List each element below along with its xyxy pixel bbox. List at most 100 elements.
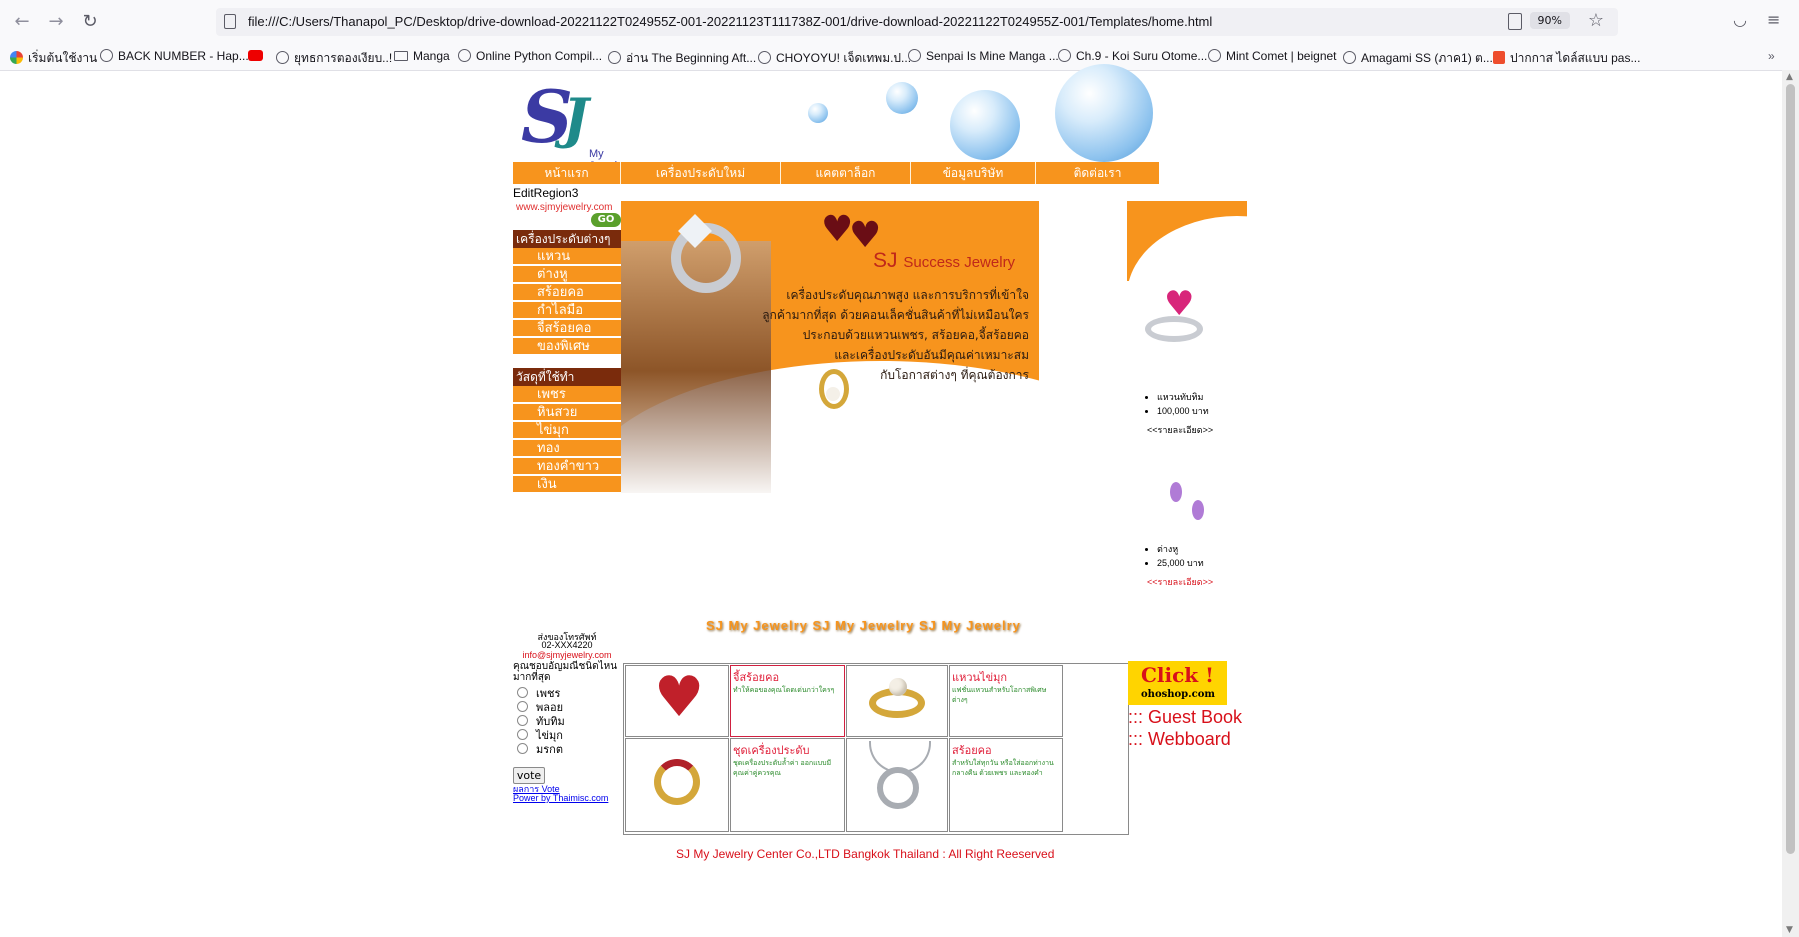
click-text: Click ! [1141, 663, 1214, 687]
radio-button[interactable] [517, 701, 528, 712]
product-name: แหวนทับทิม [1157, 390, 1209, 404]
bookmark-item[interactable]: อ่าน The Beginning Aft... [608, 49, 756, 68]
scroll-down-icon[interactable]: ▼ [1786, 925, 1793, 935]
scrollbar[interactable]: ▲ ▼ [1782, 70, 1799, 937]
reload-icon[interactable]: ↻ [78, 11, 102, 33]
footer-copyright: SJ My Jewelry Center Co.,LTD Bangkok Tha… [676, 847, 1055, 861]
scroll-up-icon[interactable]: ▲ [1786, 72, 1793, 82]
more-bookmarks-icon[interactable]: » [1768, 49, 1775, 63]
radio-button[interactable] [517, 715, 528, 726]
bookmark-item[interactable]: Ch.9 - Koi Suru Otome... [1058, 49, 1207, 63]
menu-item-gemstone[interactable]: หินสวย [513, 404, 621, 422]
menu-item-pendant[interactable]: จี้สร้อยคอ [513, 320, 621, 338]
right-panel-header [1127, 201, 1347, 376]
nav-contact[interactable]: ติดต่อเรา [1036, 162, 1159, 184]
forward-icon[interactable]: → [44, 11, 68, 33]
shopee-icon [1493, 51, 1505, 64]
globe-icon [1208, 49, 1221, 62]
scrollbar-thumb[interactable] [1786, 84, 1795, 854]
menu-item-earring[interactable]: ต่างหู [513, 266, 621, 284]
go-button[interactable]: GO [591, 213, 621, 227]
bookmark-item[interactable]: Amagami SS (ภาค1) ต... [1343, 49, 1493, 68]
menu-item-bracelet[interactable]: กำไลมือ [513, 302, 621, 320]
bookmark-folder[interactable]: Manga [394, 49, 450, 63]
pocket-icon[interactable]: ◡ [1733, 10, 1747, 29]
menu-heading-jewelry: เครื่องประดับต่างๆ [513, 230, 621, 248]
decorative-bubble [950, 90, 1020, 160]
bookmark-item[interactable]: Online Python Compil... [458, 49, 602, 63]
reader-view-icon[interactable] [1508, 13, 1522, 30]
url-text[interactable]: file:///C:/Users/Thanapol_PC/Desktop/dri… [248, 14, 1212, 29]
menu-item-gold[interactable]: ทอง [513, 440, 621, 458]
menu-spacer [513, 356, 621, 368]
contact-email[interactable]: info@sjmyjewelry.com [513, 650, 621, 660]
powered-by-link[interactable]: Power by Thaimisc.com [513, 793, 608, 803]
zoom-level[interactable]: 90% [1529, 12, 1570, 29]
product-price: 100,000 บาท [1157, 404, 1209, 418]
back-icon[interactable]: ← [10, 11, 34, 33]
nav-company-info[interactable]: ข้อมูลบริษัท [911, 162, 1036, 184]
grid-image-cell[interactable] [625, 738, 729, 832]
grid-image-cell[interactable]: ♥ [625, 665, 729, 737]
site-logo[interactable]: S J My Jewelry [513, 74, 643, 172]
globe-icon [276, 51, 289, 64]
menu-item-special[interactable]: ของพิเศษ [513, 338, 621, 356]
bookmark-item[interactable]: Mint Comet | beignet [1208, 49, 1337, 63]
grid-title: แหวนไข่มุก [952, 672, 1007, 684]
nav-home[interactable]: หน้าแรก [513, 162, 621, 184]
bookmark-star-icon[interactable]: ☆ [1588, 10, 1604, 31]
menu-item-diamond[interactable]: เพชร [513, 386, 621, 404]
google-icon [10, 51, 23, 64]
banner-text-line: ลูกค้ามากที่สุด ด้วยคอนเล็คชั่นสินค้าที่… [762, 308, 1029, 322]
grid-image-cell[interactable] [846, 665, 948, 737]
earring-image [1192, 500, 1204, 520]
grid-text-cell[interactable]: สร้อยคอ สำหรับใส่ทุกวัน หรือใส่ออกท่างาน… [949, 738, 1063, 832]
jewelry-set-image [654, 759, 700, 805]
bookmark-item[interactable]: CHOYOYU! เจ็ดเทพม.ป... [758, 49, 911, 68]
bookmark-item[interactable] [248, 49, 263, 63]
menu-item-platinum[interactable]: ทองคำขาว [513, 458, 621, 476]
necklace-chain [869, 741, 931, 773]
bookmarks-bar: เริ่มต้นใช้งาน BACK NUMBER - Hap... ยุทธ… [0, 44, 1799, 71]
nav-catalog[interactable]: แคตตาล็อก [781, 162, 911, 184]
menu-item-ring[interactable]: แหวน [513, 248, 621, 266]
radio-button[interactable] [517, 729, 528, 740]
hero-banner: ♥ ♥ SJ Success Jewelry เครื่องประดับคุณภ… [621, 201, 1039, 493]
poll-question: คุณชอบอัญมณีชนิดไหนมากที่สุด [513, 661, 618, 683]
decorative-bubble [886, 82, 918, 114]
web-page: S J My Jewelry หน้าแรก เครื่องประดับใหม่… [0, 64, 1782, 937]
radio-button[interactable] [517, 687, 528, 698]
webboard-link[interactable]: ::: Webboard [1128, 729, 1231, 750]
menu-item-necklace[interactable]: สร้อยคอ [513, 284, 621, 302]
grid-text-cell[interactable]: แหวนไข่มุก แฟชั่นแหวนสำหรับโอกาสพิเศษต่า… [949, 665, 1063, 737]
banner-text-line: เครื่องประดับคุณภาพสูง และการบริการที่เข… [786, 288, 1029, 302]
bookmark-item[interactable]: BACK NUMBER - Hap... [100, 49, 249, 63]
product-detail-link[interactable]: <<รายละเอียด>> [1147, 575, 1213, 589]
bookmark-item[interactable]: เริ่มต้นใช้งาน [10, 49, 97, 68]
ohoshop-banner[interactable]: Click ! ohoshop.com [1128, 661, 1227, 705]
grid-title: สร้อยคอ [952, 745, 992, 757]
grid-text-cell[interactable]: ชุดเครื่องประดับ ชุดเครื่องประดับล้ำค่า … [730, 738, 845, 832]
guestbook-link[interactable]: ::: Guest Book [1128, 707, 1242, 728]
radio-button[interactable] [517, 743, 528, 754]
grid-desc: แฟชั่นแหวนสำหรับโอกาสพิเศษต่างๆ [952, 687, 1047, 704]
product-info: แหวนทับทิม 100,000 บาท [1143, 390, 1209, 418]
earring-image [1170, 482, 1182, 502]
grid-image-cell[interactable] [846, 738, 948, 832]
marquee-text: SJ My Jewelry SJ My Jewelry SJ My Jewelr… [706, 618, 1021, 633]
product-detail-link[interactable]: <<รายละเอียด>> [1147, 423, 1213, 437]
bookmark-item[interactable]: ปากกาส ไดล์สแบบ pas... [1493, 49, 1640, 68]
nav-new-jewelry[interactable]: เครื่องประดับใหม่ [621, 162, 781, 184]
poll-option[interactable]: มรกต [517, 740, 563, 758]
decorative-bubble [808, 103, 828, 123]
menu-icon[interactable]: ≡ [1767, 10, 1780, 29]
site-url-text: www.sjmyjewelry.com [516, 202, 613, 213]
grid-text-cell[interactable]: จี้สร้อยคอ ทำให้คอของคุณโดดเด่นกว่าใครๆ [730, 665, 845, 737]
address-bar[interactable]: file:///C:/Users/Thanapol_PC/Desktop/dri… [216, 8, 1618, 36]
menu-item-pearl[interactable]: ไข่มุก [513, 422, 621, 440]
menu-item-silver[interactable]: เงิน [513, 476, 621, 494]
grid-desc: ชุดเครื่องประดับล้ำค่า ออกแบบมีคุณค่าคู่… [733, 760, 832, 777]
bookmark-item[interactable]: ยุทธการตองเงียบ..! [276, 49, 392, 68]
banner-title: SJ Success Jewelry [873, 249, 1016, 272]
bookmark-item[interactable]: Senpai Is Mine Manga ... [908, 49, 1059, 63]
